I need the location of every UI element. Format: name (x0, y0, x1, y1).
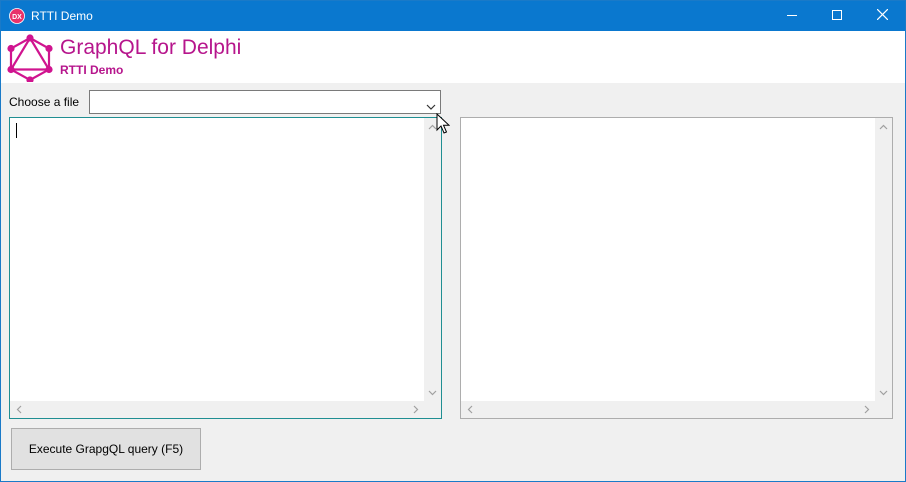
scroll-right-icon[interactable] (407, 401, 424, 418)
app-window: DX RTTI Demo GraphQL for Delphi RTTI Dem… (0, 0, 906, 482)
query-editor[interactable] (9, 117, 442, 419)
mouse-pointer-icon (436, 112, 451, 135)
graphql-logo (7, 34, 53, 84)
app-header: GraphQL for Delphi RTTI Demo (1, 31, 905, 84)
window-title: RTTI Demo (31, 9, 93, 23)
close-button[interactable] (859, 1, 905, 31)
scroll-right-icon[interactable] (858, 401, 875, 418)
text-caret (16, 123, 17, 138)
maximize-button[interactable] (814, 1, 860, 31)
close-icon (876, 8, 888, 23)
maximize-icon (832, 9, 842, 23)
result-viewer[interactable] (460, 117, 893, 419)
svg-text:DX: DX (12, 14, 22, 21)
file-combobox[interactable] (89, 90, 441, 114)
scrollbar-corner (875, 401, 892, 418)
scroll-left-icon[interactable] (461, 401, 478, 418)
scroll-down-icon[interactable] (424, 384, 441, 401)
app-name: GraphQL for Delphi (60, 36, 242, 59)
scroll-up-icon[interactable] (875, 118, 892, 135)
scroll-left-icon[interactable] (10, 401, 27, 418)
scrollbar-corner (424, 401, 441, 418)
minimize-button[interactable] (769, 1, 815, 31)
result-viewer-horizontal-scrollbar[interactable] (461, 401, 875, 418)
query-editor-horizontal-scrollbar[interactable] (10, 401, 424, 418)
chevron-down-icon[interactable] (426, 99, 436, 110)
scroll-down-icon[interactable] (875, 384, 892, 401)
file-chooser-label: Choose a file (9, 95, 80, 109)
query-editor-vertical-scrollbar[interactable] (424, 118, 441, 401)
app-subtitle: RTTI Demo (60, 63, 124, 77)
minimize-icon (787, 9, 797, 23)
execute-query-button[interactable]: Execute GrapgQL query (F5) (11, 428, 201, 470)
dx-app-icon[interactable]: DX (9, 8, 25, 24)
result-viewer-vertical-scrollbar[interactable] (875, 118, 892, 401)
title-bar[interactable]: DX RTTI Demo (1, 1, 905, 31)
